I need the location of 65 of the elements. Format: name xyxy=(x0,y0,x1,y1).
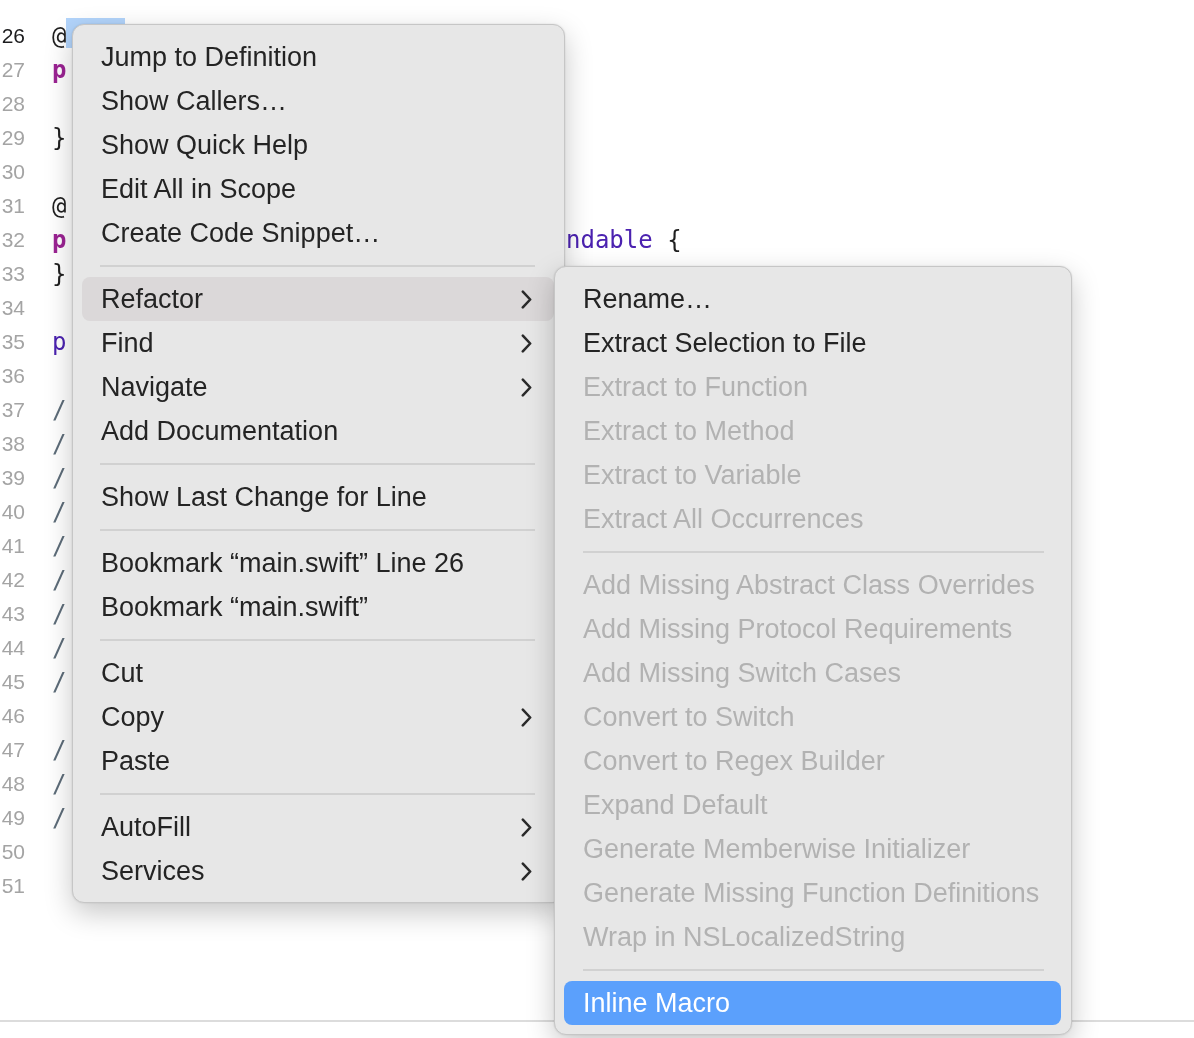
code-text: @ xyxy=(52,192,67,220)
menu-item[interactable]: Create Code Snippet… xyxy=(82,211,554,255)
line-number: 35 xyxy=(0,329,25,355)
menu-item[interactable]: Find xyxy=(82,321,554,365)
line-number: 32 xyxy=(0,227,25,253)
line-number: 26 xyxy=(0,23,25,49)
line-number: 31 xyxy=(0,193,25,219)
line-number: 33 xyxy=(0,261,25,287)
menu-item[interactable]: Rename… xyxy=(564,277,1061,321)
code-text: @ xyxy=(52,22,67,50)
menu-item[interactable]: Edit All in Scope xyxy=(82,167,554,211)
menu-item[interactable]: Jump to Definition xyxy=(82,35,554,79)
line-number: 39 xyxy=(0,465,25,491)
line-number: 51 xyxy=(0,873,25,899)
line-number: 49 xyxy=(0,805,25,831)
menu-item[interactable]: Show Last Change for Line xyxy=(82,475,554,519)
menu-item[interactable]: Services xyxy=(82,849,554,893)
menu-item[interactable]: Cut xyxy=(82,651,554,695)
code-text: / xyxy=(52,668,67,696)
code-text: p xyxy=(52,226,67,254)
menu-item[interactable]: Add Documentation xyxy=(82,409,554,453)
code-text: / xyxy=(52,566,67,594)
code-text: / xyxy=(52,736,67,764)
menu-item[interactable]: Paste xyxy=(82,739,554,783)
code-text: ndable { xyxy=(566,226,682,254)
line-number: 30 xyxy=(0,159,25,185)
code-text: } xyxy=(52,260,67,288)
line-number: 45 xyxy=(0,669,25,695)
line-number: 50 xyxy=(0,839,25,865)
line-number: 48 xyxy=(0,771,25,797)
line-number: 43 xyxy=(0,601,25,627)
menu-item[interactable]: AutoFill xyxy=(82,805,554,849)
code-text: / xyxy=(52,464,67,492)
code-text: p xyxy=(52,56,67,84)
code-text: / xyxy=(52,532,67,560)
line-number: 37 xyxy=(0,397,25,423)
line-number: 47 xyxy=(0,737,25,763)
menu-item[interactable]: Show Quick Help xyxy=(82,123,554,167)
menu-item[interactable]: Show Callers… xyxy=(82,79,554,123)
line-number: 34 xyxy=(0,295,25,321)
menu-item[interactable]: Bookmark “main.swift” xyxy=(82,585,554,629)
code-text: } xyxy=(52,124,67,152)
line-number: 29 xyxy=(0,125,25,151)
line-number: 40 xyxy=(0,499,25,525)
line-number: 44 xyxy=(0,635,25,661)
code-text: / xyxy=(52,498,67,526)
line-number: 42 xyxy=(0,567,25,593)
line-number: 46 xyxy=(0,703,25,729)
menu-item[interactable]: Copy xyxy=(82,695,554,739)
line-number: 41 xyxy=(0,533,25,559)
code-text: / xyxy=(52,634,67,662)
code-text: / xyxy=(52,770,67,798)
code-text: / xyxy=(52,600,67,628)
code-text: / xyxy=(52,804,67,832)
menu-item[interactable]: Bookmark “main.swift” Line 26 xyxy=(82,541,554,585)
menu-item[interactable]: Extract Selection to File xyxy=(564,321,1061,365)
menu-item[interactable]: Refactor xyxy=(82,277,554,321)
code-text: p xyxy=(52,328,67,356)
menu-item[interactable]: Navigate xyxy=(82,365,554,409)
line-number: 27 xyxy=(0,57,25,83)
line-number: 28 xyxy=(0,91,25,117)
line-number: 38 xyxy=(0,431,25,457)
line-number: 36 xyxy=(0,363,25,389)
code-text: / xyxy=(52,396,67,424)
code-text: / xyxy=(52,430,67,458)
